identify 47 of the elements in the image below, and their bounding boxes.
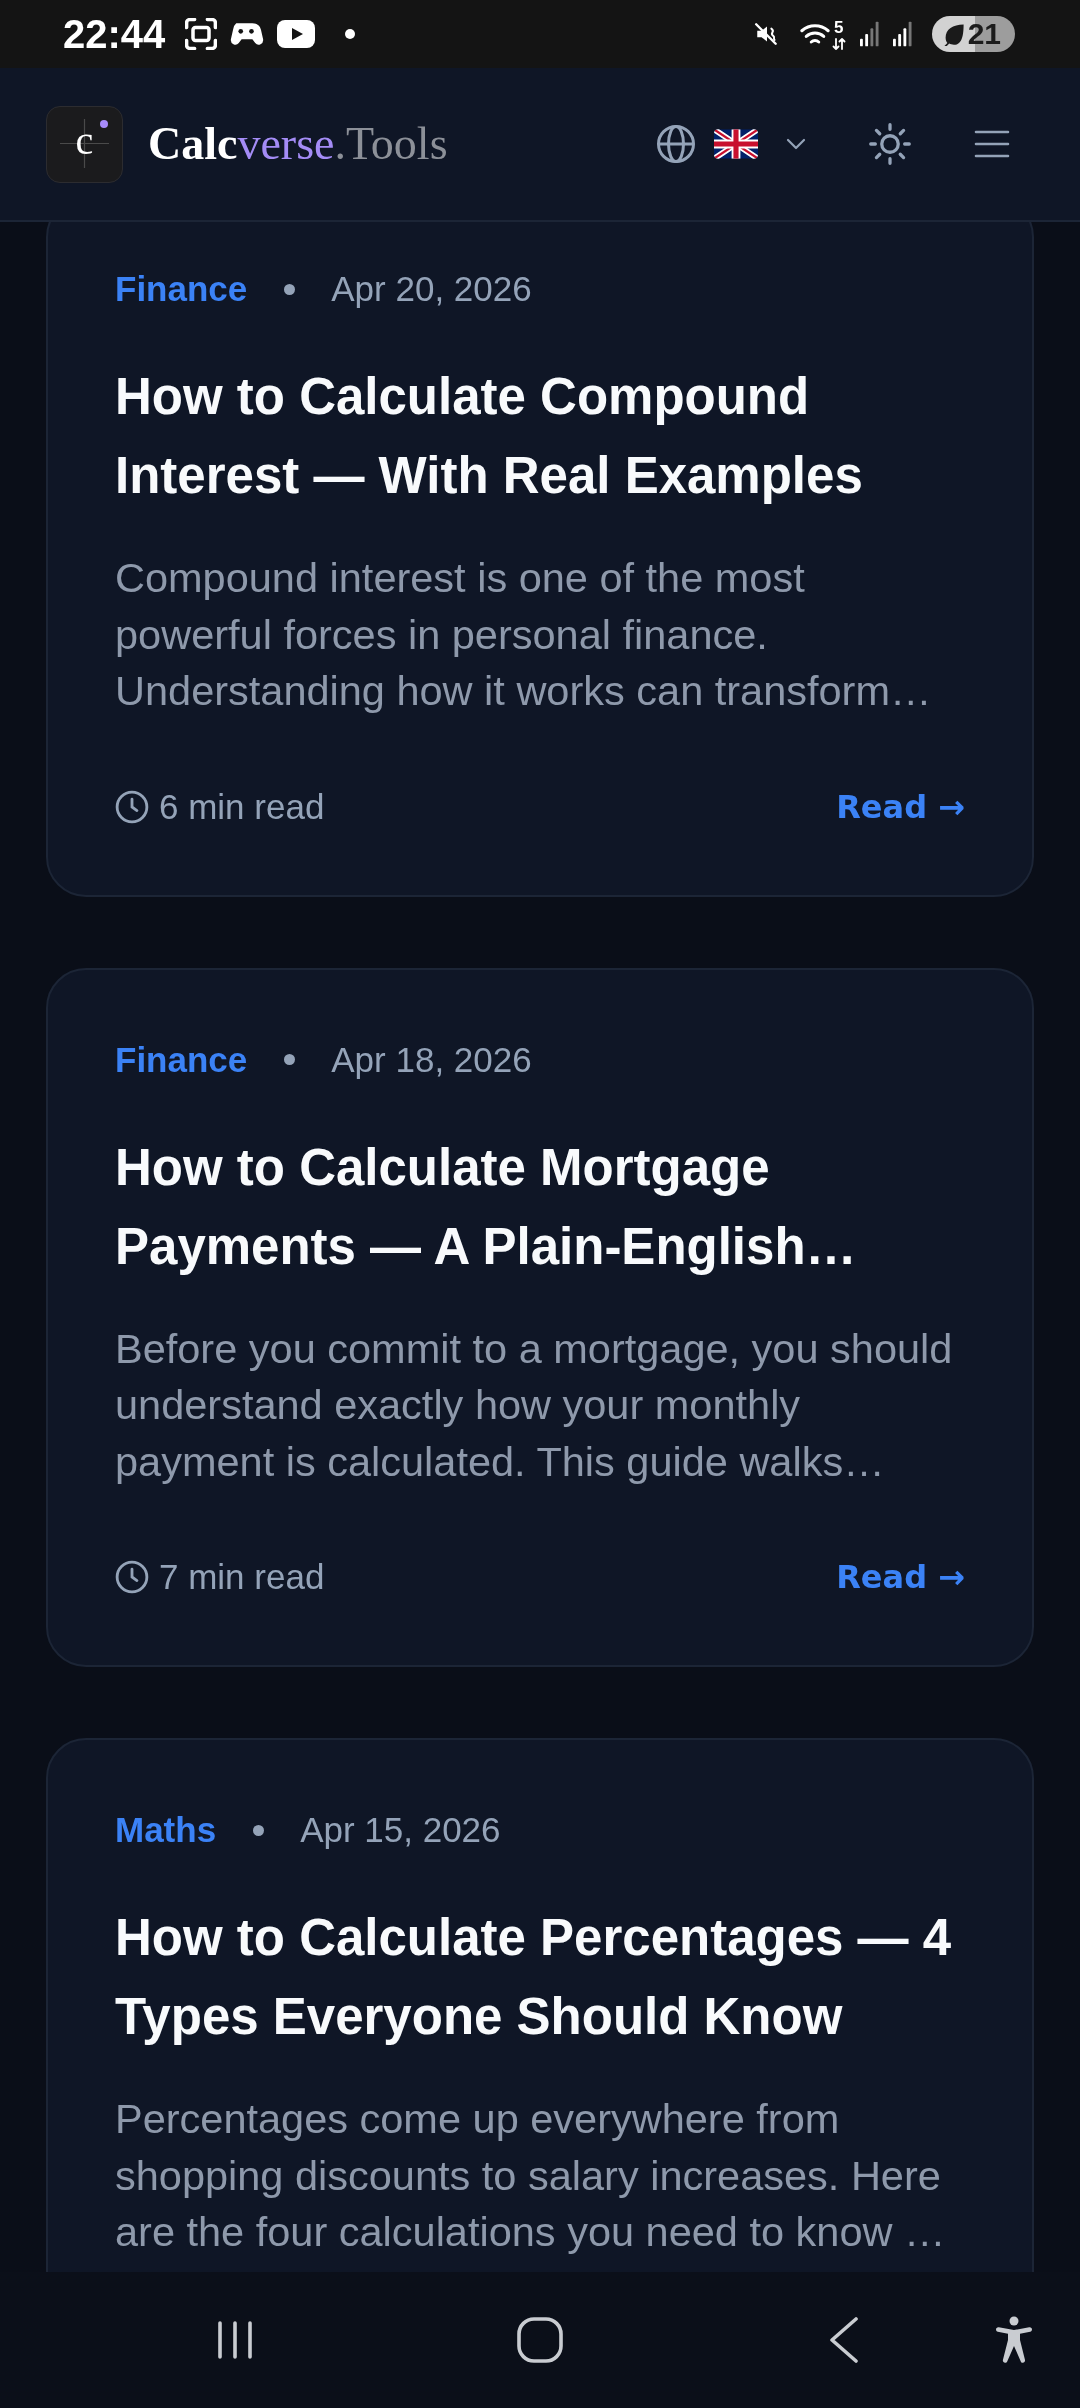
category-label: Finance [115, 269, 248, 309]
article-card[interactable] [46, 967, 1034, 1667]
status-time: 22:44 [63, 11, 166, 57]
battery-percent: 21 [967, 19, 1001, 49]
dot-icon [345, 29, 356, 39]
article-date: Apr 15, 2026 [300, 1810, 501, 1850]
article-title[interactable]: How to Calculate Mortgage Payments — A Plain-English… [115, 1127, 965, 1286]
article-title[interactable]: How to Calculate Compound Interest — With Real Examples [115, 357, 965, 515]
sun-icon[interactable] [868, 122, 912, 166]
network-type-label: 5 [833, 18, 844, 36]
dot-icon [253, 1824, 265, 1836]
clock-icon [115, 789, 149, 824]
menu-icon[interactable] [974, 130, 1010, 158]
read-link[interactable]: Read → [836, 787, 965, 826]
article-date: Apr 20, 2026 [331, 269, 532, 309]
article-date: Apr 18, 2026 [331, 1039, 532, 1080]
wifi-icon [799, 22, 830, 46]
signal-icon [859, 21, 879, 47]
up-down-arrows-icon [831, 37, 846, 50]
logo[interactable]: c [46, 105, 123, 183]
controller-icon [230, 21, 265, 47]
brand-name[interactable]: Calcverse.Tools [148, 118, 448, 170]
recent-apps-icon[interactable] [215, 2320, 255, 2360]
screenshot-icon [185, 18, 218, 50]
article-card[interactable] [46, 1738, 1034, 2272]
dot-icon [284, 283, 296, 295]
article-excerpt: Compound interest is one of the most powerful forces in personal finance. Understanding how it works can transform… [115, 553, 933, 716]
article-title[interactable]: How to Calculate Percentages — 4 Types Everyone Should Know [115, 1898, 965, 2056]
category-label: Finance [115, 1039, 248, 1080]
article-card[interactable] [46, 222, 1034, 897]
dot-icon [284, 1054, 296, 1065]
accessibility-icon[interactable] [994, 2316, 1034, 2364]
category-label: Maths [115, 1810, 217, 1850]
read-time: 6 min read [159, 786, 325, 827]
article-excerpt: Percentages come up everywhere from shopping discounts to salary increases. Here are the four calculations you need to know … [115, 2094, 947, 2257]
chevron-down-icon[interactable] [786, 138, 806, 150]
read-time: 7 min read [159, 1557, 325, 1597]
article-excerpt: Before you commit to a mortgage, you should understand exactly how your monthly payment is calculated. This guide walks… [115, 1323, 954, 1487]
flag-icon[interactable] [714, 129, 758, 159]
read-link[interactable]: Read → [836, 1558, 965, 1596]
mute-icon [753, 21, 780, 47]
back-icon[interactable] [829, 2317, 859, 2363]
globe-icon[interactable] [656, 124, 696, 164]
signal-icon [892, 21, 912, 47]
home-icon[interactable] [517, 2317, 563, 2363]
clock-icon [115, 1560, 149, 1594]
video-play-icon [277, 20, 316, 48]
